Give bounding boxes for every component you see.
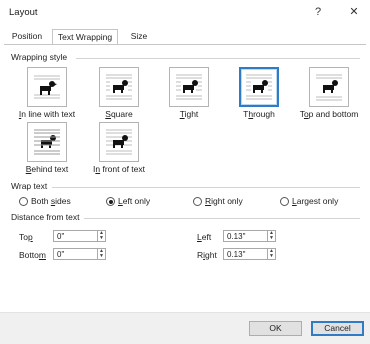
tab-size[interactable]: Size (124, 29, 154, 44)
inline-with-text-icon (34, 75, 60, 99)
tab-position[interactable]: Position (7, 29, 47, 44)
spin-down-icon[interactable]: ▼ (267, 236, 275, 241)
distance-left-value[interactable]: 0.13" (227, 231, 245, 242)
distance-bottom-spinner[interactable]: 0" ▲ ▼ (53, 248, 106, 260)
wrap-behind-button[interactable] (27, 122, 67, 162)
wrap-in-front-label: In front of text (93, 164, 145, 174)
distance-bottom-value[interactable]: 0" (57, 249, 64, 260)
wrap-through-label: Through (243, 109, 275, 119)
radio-left-only-label[interactable]: Left only (118, 196, 150, 206)
distance-bottom-label: Bottom (19, 250, 46, 260)
radio-left-only[interactable] (106, 197, 115, 206)
through-wrap-icon (246, 74, 272, 100)
tab-text-wrapping[interactable]: Text Wrapping (52, 29, 118, 45)
wrap-tight-button[interactable] (169, 67, 209, 107)
spin-down-icon[interactable]: ▼ (97, 236, 105, 241)
wrapping-style-heading: Wrapping style (11, 52, 71, 62)
distance-right-value[interactable]: 0.13" (227, 249, 245, 260)
distance-heading: Distance from text (11, 212, 83, 222)
distance-right-label: Right (197, 250, 217, 260)
group-divider (52, 187, 360, 188)
wrap-in-front-button[interactable] (99, 122, 139, 162)
wrap-inline-button[interactable] (27, 67, 67, 107)
behind-text-icon (34, 129, 60, 155)
cancel-button[interactable]: Cancel (311, 321, 364, 336)
wrap-square-label: Square (105, 109, 133, 119)
square-wrap-icon (106, 74, 132, 100)
radio-right-only-label[interactable]: Right only (205, 196, 243, 206)
wrap-text-heading: Wrap text (11, 181, 51, 191)
distance-right-spinner[interactable]: 0.13" ▲ ▼ (223, 248, 276, 260)
spin-down-icon[interactable]: ▼ (267, 254, 275, 259)
wrap-top-bottom-label: Top and bottom (299, 109, 359, 119)
spin-down-icon[interactable]: ▼ (97, 254, 105, 259)
wrap-square-button[interactable] (99, 67, 139, 107)
tight-wrap-icon (176, 74, 202, 100)
wrap-inline-label: In line with text (18, 109, 76, 119)
radio-largest-only[interactable] (280, 197, 289, 206)
distance-left-spinner[interactable]: 0.13" ▲ ▼ (223, 230, 276, 242)
distance-left-label: Left (197, 232, 212, 242)
in-front-of-text-icon (106, 129, 132, 155)
radio-right-only[interactable] (193, 197, 202, 206)
top-and-bottom-icon (316, 74, 342, 101)
group-divider (84, 218, 360, 219)
group-divider (76, 58, 360, 59)
close-icon: ✕ (349, 6, 359, 18)
distance-top-value[interactable]: 0" (57, 231, 64, 242)
radio-both-sides[interactable] (19, 197, 28, 206)
ok-button[interactable]: OK (249, 321, 302, 336)
distance-top-spinner[interactable]: 0" ▲ ▼ (53, 230, 106, 242)
radio-both-sides-label[interactable]: Both sides (31, 196, 71, 206)
wrap-tight-label: Tight (179, 109, 199, 119)
close-button[interactable]: ✕ (343, 2, 365, 22)
window-title: Layout (9, 7, 38, 18)
radio-largest-only-label[interactable]: Largest only (292, 196, 338, 206)
wrap-through-button[interactable] (239, 67, 279, 107)
help-button[interactable]: ? (307, 2, 329, 22)
distance-top-label: Top (19, 232, 33, 242)
wrap-behind-label: Behind text (25, 164, 69, 174)
wrap-top-bottom-button[interactable] (309, 67, 349, 107)
